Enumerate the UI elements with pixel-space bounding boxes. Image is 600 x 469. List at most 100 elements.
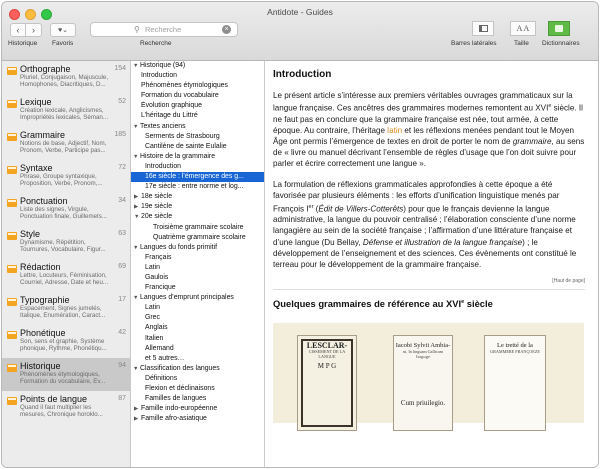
category-name: Phonétique bbox=[20, 328, 66, 338]
toc-item[interactable]: Évolution graphique bbox=[131, 101, 264, 111]
category-item[interactable]: Points de langue 87 Quand il faut multipli… bbox=[2, 391, 130, 424]
article-heading: Introduction bbox=[273, 69, 332, 80]
book-cover-1[interactable]: LESCLAR- CISSEMENT DE LA LANGUE M P G bbox=[297, 334, 357, 431]
category-item[interactable]: Historique 94 Phénomènes étymologiques, For… bbox=[2, 358, 130, 391]
text-size-button[interactable]: A A bbox=[510, 21, 536, 36]
toc-item[interactable]: 17e siècle : entre norme et log... bbox=[131, 182, 264, 192]
book-icon bbox=[7, 364, 17, 372]
category-list: Orthographe 154 Pluriel, Conjugaison, Maju… bbox=[2, 61, 131, 467]
toc-item[interactable]: ▼ Historique (94) bbox=[131, 61, 264, 71]
toc-item[interactable]: ▶ Famille afro-asiatique bbox=[131, 414, 264, 424]
book-icon bbox=[7, 265, 17, 273]
favorites-label: Favoris bbox=[52, 40, 74, 47]
toc-item[interactable]: Introduction bbox=[131, 162, 264, 172]
toc-item[interactable]: Formation du vocabulaire bbox=[131, 91, 264, 101]
disclosure-triangle-icon[interactable]: ▼ bbox=[134, 212, 141, 222]
book-cover-3[interactable]: Le tretté de la GRAMMERE FRANÇOEZE bbox=[484, 334, 546, 431]
toc-item-label: Latin bbox=[145, 304, 160, 312]
article-paragraph-1: Le présent article s’intéresse aux premi… bbox=[273, 90, 585, 169]
toc-item[interactable]: ▼ Histoire de la grammaire bbox=[131, 152, 264, 162]
toc-item[interactable]: ▶ Famille indo-européenne bbox=[131, 404, 264, 414]
toc-item[interactable]: Quatrième grammaire scolaire bbox=[131, 233, 264, 243]
book-3-subtitle: GRAMMERE FRANÇOEZE bbox=[490, 348, 540, 354]
toc-item[interactable]: Italien bbox=[131, 334, 264, 344]
book-frame bbox=[301, 338, 353, 427]
book-cover-2[interactable]: Iacobi Sylvii Ambia-ni, In linguam Galli… bbox=[393, 334, 453, 431]
table-of-contents: ▼ Historique (94) Introduction Phénomènes é… bbox=[131, 61, 265, 467]
disclosure-triangle-icon[interactable]: ▼ bbox=[133, 364, 140, 374]
category-item[interactable]: Style 63 Dynamisme, Répétition, Tournures, … bbox=[2, 226, 130, 259]
category-count: 34 bbox=[118, 197, 126, 204]
disclosure-triangle-icon[interactable]: ▼ bbox=[133, 122, 140, 132]
dictionaries-button[interactable] bbox=[548, 21, 570, 36]
latin-link[interactable]: latin bbox=[387, 126, 402, 135]
disclosure-triangle-icon[interactable]: ▶ bbox=[134, 404, 141, 414]
search-field[interactable]: ⚲ Recherche × bbox=[90, 22, 238, 37]
toc-item[interactable]: Francique bbox=[131, 283, 264, 293]
sidebars-button[interactable] bbox=[472, 21, 494, 36]
toc-item[interactable]: Flexion et déclinaisons bbox=[131, 384, 264, 394]
category-desc-line: mesures, Chronique horoklo... bbox=[20, 411, 103, 419]
category-item[interactable]: Ponctuation 34 Liste des signes, Virgule, P… bbox=[2, 193, 130, 226]
disclosure-triangle-icon[interactable]: ▼ bbox=[133, 152, 140, 162]
toc-item[interactable]: Phénomènes étymologiques bbox=[131, 81, 264, 91]
disclosure-triangle-icon[interactable]: ▶ bbox=[134, 192, 141, 202]
category-item[interactable]: Syntaxe 72 Phrase, Groupe syntaxique, Propo… bbox=[2, 160, 130, 193]
disclosure-triangle-icon[interactable]: ▶ bbox=[134, 414, 141, 424]
category-item[interactable]: Typographie 17 Espacement, Signes jumelés,… bbox=[2, 292, 130, 325]
toc-item[interactable]: Troisième grammaire scolaire bbox=[131, 223, 264, 233]
toc-item[interactable]: Latin bbox=[131, 263, 264, 273]
category-count: 63 bbox=[118, 230, 126, 237]
toc-item[interactable]: Allemand bbox=[131, 344, 264, 354]
category-count: 52 bbox=[118, 98, 126, 105]
toc-item[interactable]: Latin bbox=[131, 303, 264, 313]
toc-item[interactable]: Introduction bbox=[131, 71, 264, 81]
toc-item[interactable]: 16e siècle : l’émergence des g... bbox=[131, 172, 264, 183]
toc-item[interactable]: ▼ Textes anciens bbox=[131, 122, 264, 132]
window-title: Antidote - Guides bbox=[267, 7, 333, 17]
category-name: Grammaire bbox=[20, 130, 66, 140]
toc-item[interactable]: Français bbox=[131, 253, 264, 263]
toc-item[interactable]: L’héritage du Littré bbox=[131, 111, 264, 121]
favorites-button[interactable]: ♥⌄ bbox=[50, 23, 76, 37]
category-item[interactable]: Rédaction 69 Lettre, Locuteurs, Féminisati… bbox=[2, 259, 130, 292]
category-name: Ponctuation bbox=[20, 196, 68, 206]
chevron-left-icon: ‹ bbox=[16, 25, 20, 35]
clear-search-icon[interactable]: × bbox=[222, 25, 231, 34]
toc-item[interactable]: et 5 autres… bbox=[131, 354, 264, 364]
disclosure-triangle-icon[interactable]: ▶ bbox=[134, 202, 141, 212]
toc-item[interactable]: Gaulois bbox=[131, 273, 264, 283]
category-name: Style bbox=[20, 229, 41, 239]
category-item[interactable]: Phonétique 42 Son, sens et graphie, Systèm… bbox=[2, 325, 130, 358]
disclosure-triangle-icon[interactable]: ▼ bbox=[133, 61, 140, 71]
category-desc-line: Tournures, Vocabulaire, Figur... bbox=[20, 246, 106, 254]
category-item[interactable]: Orthographe 154 Pluriel, Conjugaison, Maju… bbox=[2, 61, 130, 94]
toc-item[interactable]: Familles de langues bbox=[131, 394, 264, 404]
toc-item[interactable]: Anglais bbox=[131, 323, 264, 333]
category-item[interactable]: Lexique 52 Création lexicale, Anglicismes,… bbox=[2, 94, 130, 127]
toc-item[interactable]: ▼ Langues du fonds primitif bbox=[131, 243, 264, 253]
forward-button[interactable]: › bbox=[26, 23, 42, 37]
toc-item[interactable]: ▼ Langues d’emprunt principales bbox=[131, 293, 264, 303]
category-desc-line: Création lexicale, Anglicismes, bbox=[20, 107, 104, 114]
toc-item[interactable]: Définitions bbox=[131, 374, 264, 384]
toc-item[interactable]: Serments de Strasbourg bbox=[131, 132, 264, 142]
toc-item[interactable]: ▼ Classification des langues bbox=[131, 364, 264, 374]
toc-item-label: et 5 autres… bbox=[145, 354, 185, 362]
chevron-right-icon: › bbox=[32, 25, 35, 35]
history-label: Historique bbox=[8, 40, 38, 47]
book-icon bbox=[7, 199, 17, 207]
toc-item[interactable]: Grec bbox=[131, 313, 264, 323]
toolbar: Antidote - Guides ‹ › ♥⌄ Historique Favo… bbox=[2, 2, 598, 61]
toc-item[interactable]: Cantilène de sainte Eulalie bbox=[131, 142, 264, 152]
disclosure-triangle-icon[interactable]: ▼ bbox=[133, 243, 140, 253]
disclosure-triangle-icon[interactable]: ▼ bbox=[133, 293, 140, 303]
category-item[interactable]: Grammaire 185 Notions de base, Adjectif, N… bbox=[2, 127, 130, 160]
category-name: Rédaction bbox=[20, 262, 61, 272]
toc-item[interactable]: ▶ 19e siècle bbox=[131, 202, 264, 212]
toc-item[interactable]: ▶ 18e siècle bbox=[131, 192, 264, 202]
back-to-top-link[interactable]: [Haut de page] bbox=[273, 278, 585, 284]
back-button[interactable]: ‹ bbox=[10, 23, 26, 37]
category-desc-line: Formation du vocabulaire, Év... bbox=[20, 378, 106, 386]
toc-item[interactable]: ▼ 20e siècle bbox=[131, 212, 264, 222]
